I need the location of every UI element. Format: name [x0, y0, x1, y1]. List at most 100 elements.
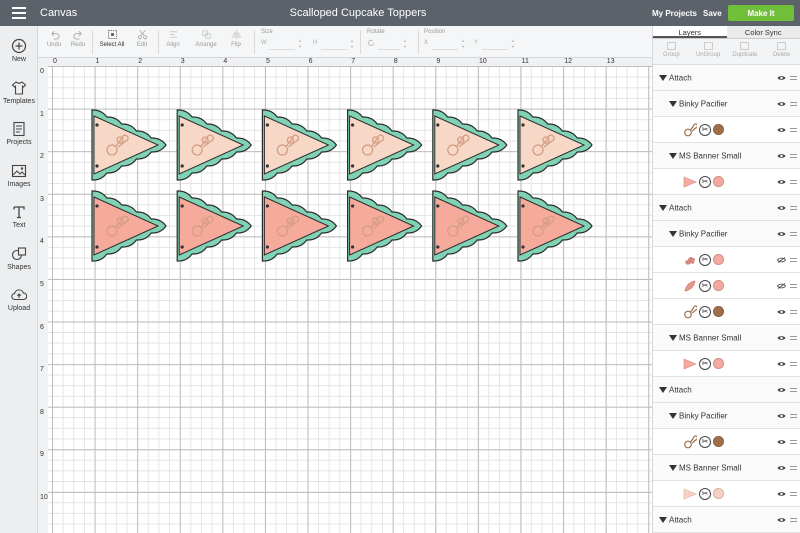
eye-icon[interactable] [777, 439, 786, 445]
eye-icon[interactable] [777, 413, 786, 419]
drag-handle-icon[interactable] [790, 361, 797, 366]
rotate-stepper[interactable]: ▲ ▼ [402, 38, 408, 50]
color-swatch[interactable] [713, 254, 724, 265]
collapse-caret-icon[interactable] [669, 334, 677, 341]
banner-topper[interactable] [176, 109, 252, 181]
collapse-caret-icon[interactable] [669, 464, 677, 471]
collapse-caret-icon[interactable] [659, 386, 667, 393]
banner-topper[interactable] [261, 109, 338, 181]
drag-handle-icon[interactable] [790, 205, 797, 210]
drag-handle-icon[interactable] [790, 309, 797, 314]
collapse-caret-icon[interactable] [659, 516, 667, 523]
banner-topper[interactable] [347, 109, 423, 181]
layer-item-row[interactable]: ✂ [653, 247, 800, 273]
align-button[interactable]: Align [162, 29, 184, 48]
layer-group-row[interactable]: MS Banner Small [653, 143, 800, 169]
drag-handle-icon[interactable] [790, 179, 797, 184]
layer-item-row[interactable]: ✂ [653, 273, 800, 299]
my-projects-link[interactable]: My Projects [652, 9, 697, 18]
banner-topper[interactable] [261, 190, 338, 262]
drag-handle-icon[interactable] [790, 101, 797, 106]
eye-icon[interactable] [777, 335, 786, 341]
sidebar-item-shapes[interactable]: Shapes [0, 246, 38, 271]
x-position-field[interactable] [432, 38, 458, 50]
color-swatch[interactable] [713, 306, 724, 317]
banner-topper[interactable] [432, 109, 508, 181]
height-field[interactable] [321, 38, 347, 50]
sidebar-item-projects[interactable]: Projects [0, 121, 38, 146]
eye-icon[interactable] [777, 127, 786, 133]
color-swatch[interactable] [713, 488, 724, 499]
eye-icon[interactable] [777, 75, 786, 81]
banner-topper[interactable] [91, 190, 167, 262]
layer-item-row[interactable]: ✂ [653, 429, 800, 455]
eye-icon[interactable] [777, 387, 786, 393]
undo-button[interactable]: Undo [44, 29, 64, 48]
layer-attach-row[interactable]: Attach [653, 507, 800, 533]
drag-handle-icon[interactable] [790, 413, 797, 418]
drag-handle-icon[interactable] [790, 257, 797, 262]
drag-handle-icon[interactable] [790, 439, 797, 444]
flip-button[interactable]: Flip [226, 29, 246, 48]
drag-handle-icon[interactable] [790, 335, 797, 340]
banner-topper[interactable] [176, 190, 252, 262]
collapse-caret-icon[interactable] [659, 204, 667, 211]
rotate-field[interactable] [378, 38, 400, 50]
eye-icon[interactable] [777, 231, 786, 237]
layer-item-row[interactable]: ✂ [653, 351, 800, 377]
layer-group-row[interactable]: Binky Pacifier [653, 221, 800, 247]
drag-handle-icon[interactable] [790, 491, 797, 496]
eye-icon[interactable] [777, 361, 786, 367]
layer-item-row[interactable]: ✂ [653, 481, 800, 507]
y-position-stepper[interactable]: ▲ ▼ [510, 38, 516, 50]
cut-operation-icon[interactable]: ✂ [699, 305, 711, 318]
layer-group-row[interactable]: Binky Pacifier [653, 403, 800, 429]
menu-icon[interactable] [0, 0, 38, 26]
eye-icon[interactable] [777, 491, 786, 497]
drag-handle-icon[interactable] [790, 231, 797, 236]
sidebar-item-templates[interactable]: Templates [0, 80, 38, 105]
banner-topper[interactable] [517, 109, 593, 181]
eye-icon[interactable] [777, 309, 786, 315]
sidebar-item-text[interactable]: Text [0, 204, 38, 229]
ungroup-button[interactable]: UnGroup [690, 39, 727, 64]
banner-topper[interactable] [347, 190, 423, 262]
cut-operation-icon[interactable]: ✂ [699, 279, 711, 292]
drag-handle-icon[interactable] [790, 127, 797, 132]
eye-icon[interactable] [777, 101, 786, 107]
cut-operation-icon[interactable]: ✂ [699, 175, 711, 188]
cut-operation-icon[interactable]: ✂ [699, 253, 711, 266]
cut-operation-icon[interactable]: ✂ [699, 357, 711, 370]
eye-icon[interactable] [777, 465, 786, 471]
drag-handle-icon[interactable] [790, 465, 797, 470]
eye-icon[interactable] [777, 179, 786, 185]
layer-group-row[interactable]: MS Banner Small [653, 455, 800, 481]
color-swatch[interactable] [713, 176, 724, 187]
drag-handle-icon[interactable] [790, 387, 797, 392]
height-stepper[interactable]: ▲ ▼ [349, 38, 355, 50]
collapse-caret-icon[interactable] [669, 152, 677, 159]
select-all-button[interactable]: Select All [97, 29, 127, 48]
eye-icon[interactable] [777, 517, 786, 523]
drag-handle-icon[interactable] [790, 517, 797, 522]
tab-color-sync[interactable]: Color Sync [727, 26, 800, 38]
arrange-button[interactable]: Arrange [190, 29, 222, 48]
layer-attach-row[interactable]: Attach [653, 65, 800, 91]
collapse-caret-icon[interactable] [669, 412, 677, 419]
layer-group-row[interactable]: Binky Pacifier [653, 91, 800, 117]
width-field[interactable] [269, 38, 295, 50]
layer-attach-row[interactable]: Attach [653, 195, 800, 221]
color-swatch[interactable] [713, 124, 724, 135]
collapse-caret-icon[interactable] [669, 100, 677, 107]
banner-topper[interactable] [91, 109, 167, 181]
layer-item-row[interactable]: ✂ [653, 117, 800, 143]
cut-operation-icon[interactable]: ✂ [699, 123, 711, 136]
eye-hidden-icon[interactable] [777, 282, 786, 289]
collapse-caret-icon[interactable] [669, 230, 677, 237]
sidebar-item-new[interactable]: New [0, 38, 38, 63]
y-position-field[interactable] [482, 38, 508, 50]
group-button[interactable]: Group [653, 39, 690, 64]
edit-button[interactable]: Edit [131, 29, 153, 48]
layer-attach-row[interactable]: Attach [653, 377, 800, 403]
delete-button[interactable]: Delete [763, 39, 800, 64]
